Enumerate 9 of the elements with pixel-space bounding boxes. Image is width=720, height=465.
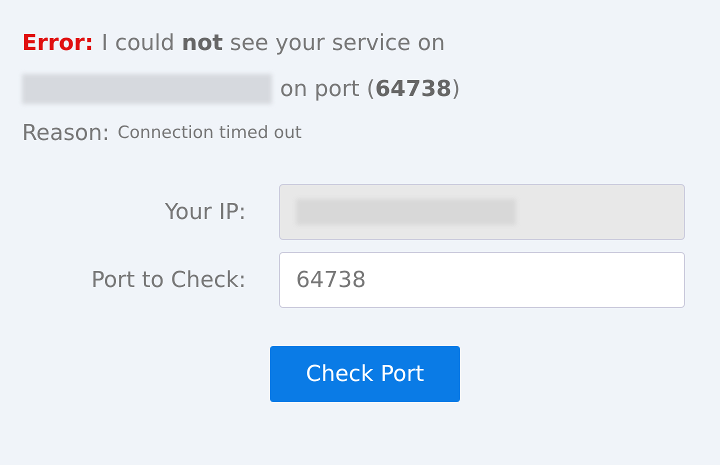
error-message: I could not see your service on <box>102 30 446 56</box>
check-port-button[interactable]: Check Port <box>270 346 460 402</box>
field-label: Your IP: <box>164 200 246 224</box>
reason-text: Connection timed out <box>118 123 302 143</box>
field-label: Port to Check: <box>90 268 246 292</box>
port-message: on port (64738) <box>280 76 460 102</box>
error-label: Error: <box>22 30 94 56</box>
reason-label: Reason: <box>22 120 110 146</box>
input-field[interactable]: 64738 <box>279 252 685 308</box>
